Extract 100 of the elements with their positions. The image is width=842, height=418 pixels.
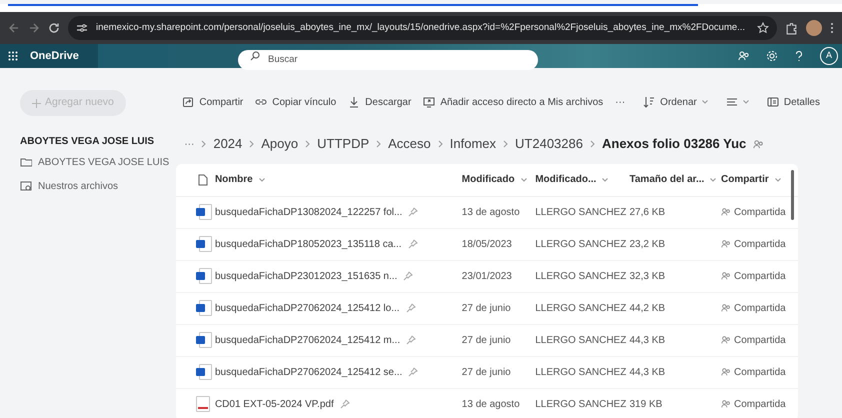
star-icon[interactable] xyxy=(757,22,769,34)
file-name[interactable]: busquedaFichaDP27062024_125412 lo... xyxy=(214,300,400,316)
file-name[interactable]: busquedaFichaDP18052023_135118 ca... xyxy=(214,236,402,252)
chevron-down-icon xyxy=(602,178,608,182)
table-cell: LLERGO SANCHEZ xyxy=(535,366,626,378)
download-icon xyxy=(348,96,360,108)
details-pane-icon xyxy=(766,96,779,108)
search-field[interactable]: Buscar xyxy=(238,50,538,70)
sharing-status[interactable]: Compartida xyxy=(734,332,786,348)
account-avatar[interactable]: A xyxy=(820,47,838,65)
people-icon[interactable] xyxy=(738,50,750,62)
plus-icon xyxy=(32,98,41,108)
toolbar-button[interactable]: Detalles xyxy=(760,90,826,114)
chevron-right-icon xyxy=(590,140,595,148)
file-name[interactable]: busquedaFichaDP27062024_125412 m... xyxy=(214,332,400,348)
table-cell: LLERGO SANCHEZ xyxy=(535,270,626,282)
table-cell: 27,6 KB xyxy=(630,206,666,218)
sharing-status[interactable]: Compartida xyxy=(734,236,786,252)
reload-icon[interactable] xyxy=(48,22,60,34)
breadcrumb-more[interactable]: ··· xyxy=(176,136,194,152)
file-name[interactable]: busquedaFichaDP27062024_125412 se... xyxy=(214,364,402,380)
table-cell: 32,3 KB xyxy=(630,270,666,282)
breadcrumb-item[interactable]: Infomex xyxy=(450,134,496,154)
toolbar-button[interactable]: Descargar xyxy=(342,90,418,114)
chevron-down-icon xyxy=(258,178,265,182)
back-icon[interactable] xyxy=(8,22,20,34)
table-cell: 13 de agosto xyxy=(462,398,520,410)
table-cell: LLERGO SANCHEZ xyxy=(535,302,626,314)
word-file-icon xyxy=(196,204,212,220)
people-icon xyxy=(721,399,731,409)
share-icon xyxy=(182,96,194,108)
breadcrumb-item[interactable]: 2024 xyxy=(213,134,242,154)
app-launcher-icon[interactable] xyxy=(8,51,18,61)
table-cell: LLERGO SANCHEZ xyxy=(535,206,626,218)
help-icon[interactable] xyxy=(794,50,804,62)
scrollbar[interactable] xyxy=(791,170,794,220)
toolbar-button[interactable]: Copiar vínculo xyxy=(249,90,342,114)
word-file-icon xyxy=(196,236,212,252)
table-cell: 13 de agosto xyxy=(462,206,520,218)
site-settings-icon[interactable] xyxy=(76,22,88,34)
forward-icon[interactable] xyxy=(28,22,40,34)
file-name[interactable]: CD01 EXT-05-2024 VP.pdf xyxy=(214,396,334,412)
chevron-right-icon xyxy=(249,140,254,148)
chevron-down-icon xyxy=(774,178,781,182)
sharing-status[interactable]: Compartida xyxy=(734,364,786,380)
breadcrumb-item[interactable]: UTTPDP xyxy=(317,134,370,154)
more-button[interactable]: ··· xyxy=(609,90,632,114)
sort-icon xyxy=(643,96,656,108)
file-name[interactable]: busquedaFichaDP13082024_122257 fol... xyxy=(214,204,402,220)
chevron-right-icon xyxy=(201,140,206,148)
table-cell: LLERGO SANCHEZ xyxy=(535,334,626,346)
file-name[interactable]: busquedaFichaDP23012023_151635 n... xyxy=(214,268,398,284)
list-view-icon xyxy=(726,96,738,108)
sidebar-item[interactable]: ABOYTES VEGA JOSE LUIS xyxy=(20,153,176,171)
column-header[interactable]: Nombre xyxy=(214,172,265,188)
chevron-down-icon xyxy=(710,178,716,182)
menu-icon[interactable] xyxy=(830,22,834,34)
pdf-file-icon xyxy=(196,396,210,412)
shared-folder-icon xyxy=(20,180,32,192)
table-cell: 27 de junio xyxy=(462,366,511,378)
chevron-down-icon xyxy=(702,100,708,104)
sharing-status[interactable]: Compartida xyxy=(734,268,786,284)
word-file-icon xyxy=(196,300,212,316)
sharing-status[interactable]: Compartida xyxy=(734,204,786,220)
word-file-icon xyxy=(196,268,212,284)
extensions-icon[interactable] xyxy=(785,22,798,34)
people-icon xyxy=(721,335,731,345)
column-header[interactable]: Tamaño del ar... xyxy=(630,172,716,188)
sharing-status[interactable]: Compartida xyxy=(734,396,786,412)
chevron-down-icon xyxy=(520,178,527,182)
people-icon xyxy=(721,271,731,281)
address-bar[interactable]: inemexico-my.sharepoint.com/personal/joseluis_aboytes_ine_mx/_layouts/15/onedrive.aspx?id=%2Fpersonal%2Fjoseluis_aboytes_ine_mx%2FDocume... xyxy=(68,16,777,40)
breadcrumb-item[interactable]: Acceso xyxy=(388,134,431,154)
table-cell: 44,3 KB xyxy=(630,366,666,378)
word-file-icon xyxy=(196,364,212,380)
table-cell: 319 KB xyxy=(630,398,662,410)
toolbar-button[interactable]: Añadir acceso directo a Mis archivos xyxy=(417,90,610,114)
search-icon xyxy=(250,51,260,61)
sharing-status[interactable]: Compartida xyxy=(734,300,786,316)
breadcrumb-item[interactable]: Apoyo xyxy=(261,134,298,154)
people-icon xyxy=(721,239,731,249)
toolbar-button[interactable]: Ordenar xyxy=(637,90,714,114)
toolbar-button[interactable]: Compartir xyxy=(176,90,250,114)
breadcrumb-item[interactable]: UT2403286 xyxy=(515,134,583,154)
chevron-right-icon xyxy=(376,140,382,148)
table-cell: 23/01/2023 xyxy=(462,270,512,282)
shortcut-icon xyxy=(423,96,436,108)
table-cell: LLERGO SANCHEZ xyxy=(535,238,626,250)
table-cell: LLERGO SANCHEZ xyxy=(535,398,626,410)
table-cell: 44,3 KB xyxy=(630,334,666,346)
profile-avatar[interactable] xyxy=(806,20,822,36)
table-cell: 23,2 KB xyxy=(630,238,666,250)
column-header[interactable]: Modificado... xyxy=(535,172,608,188)
sidebar-heading: ABOYTES VEGA JOSE LUIS xyxy=(20,135,156,149)
settings-icon[interactable] xyxy=(766,50,778,62)
column-header[interactable]: Compartir xyxy=(721,172,781,188)
current-folder: Anexos folio 03286 Yuc xyxy=(602,135,746,154)
column-header[interactable]: Modificado xyxy=(462,172,527,188)
chevron-right-icon xyxy=(503,140,508,148)
sidebar-item[interactable]: Nuestros archivos xyxy=(20,177,176,195)
